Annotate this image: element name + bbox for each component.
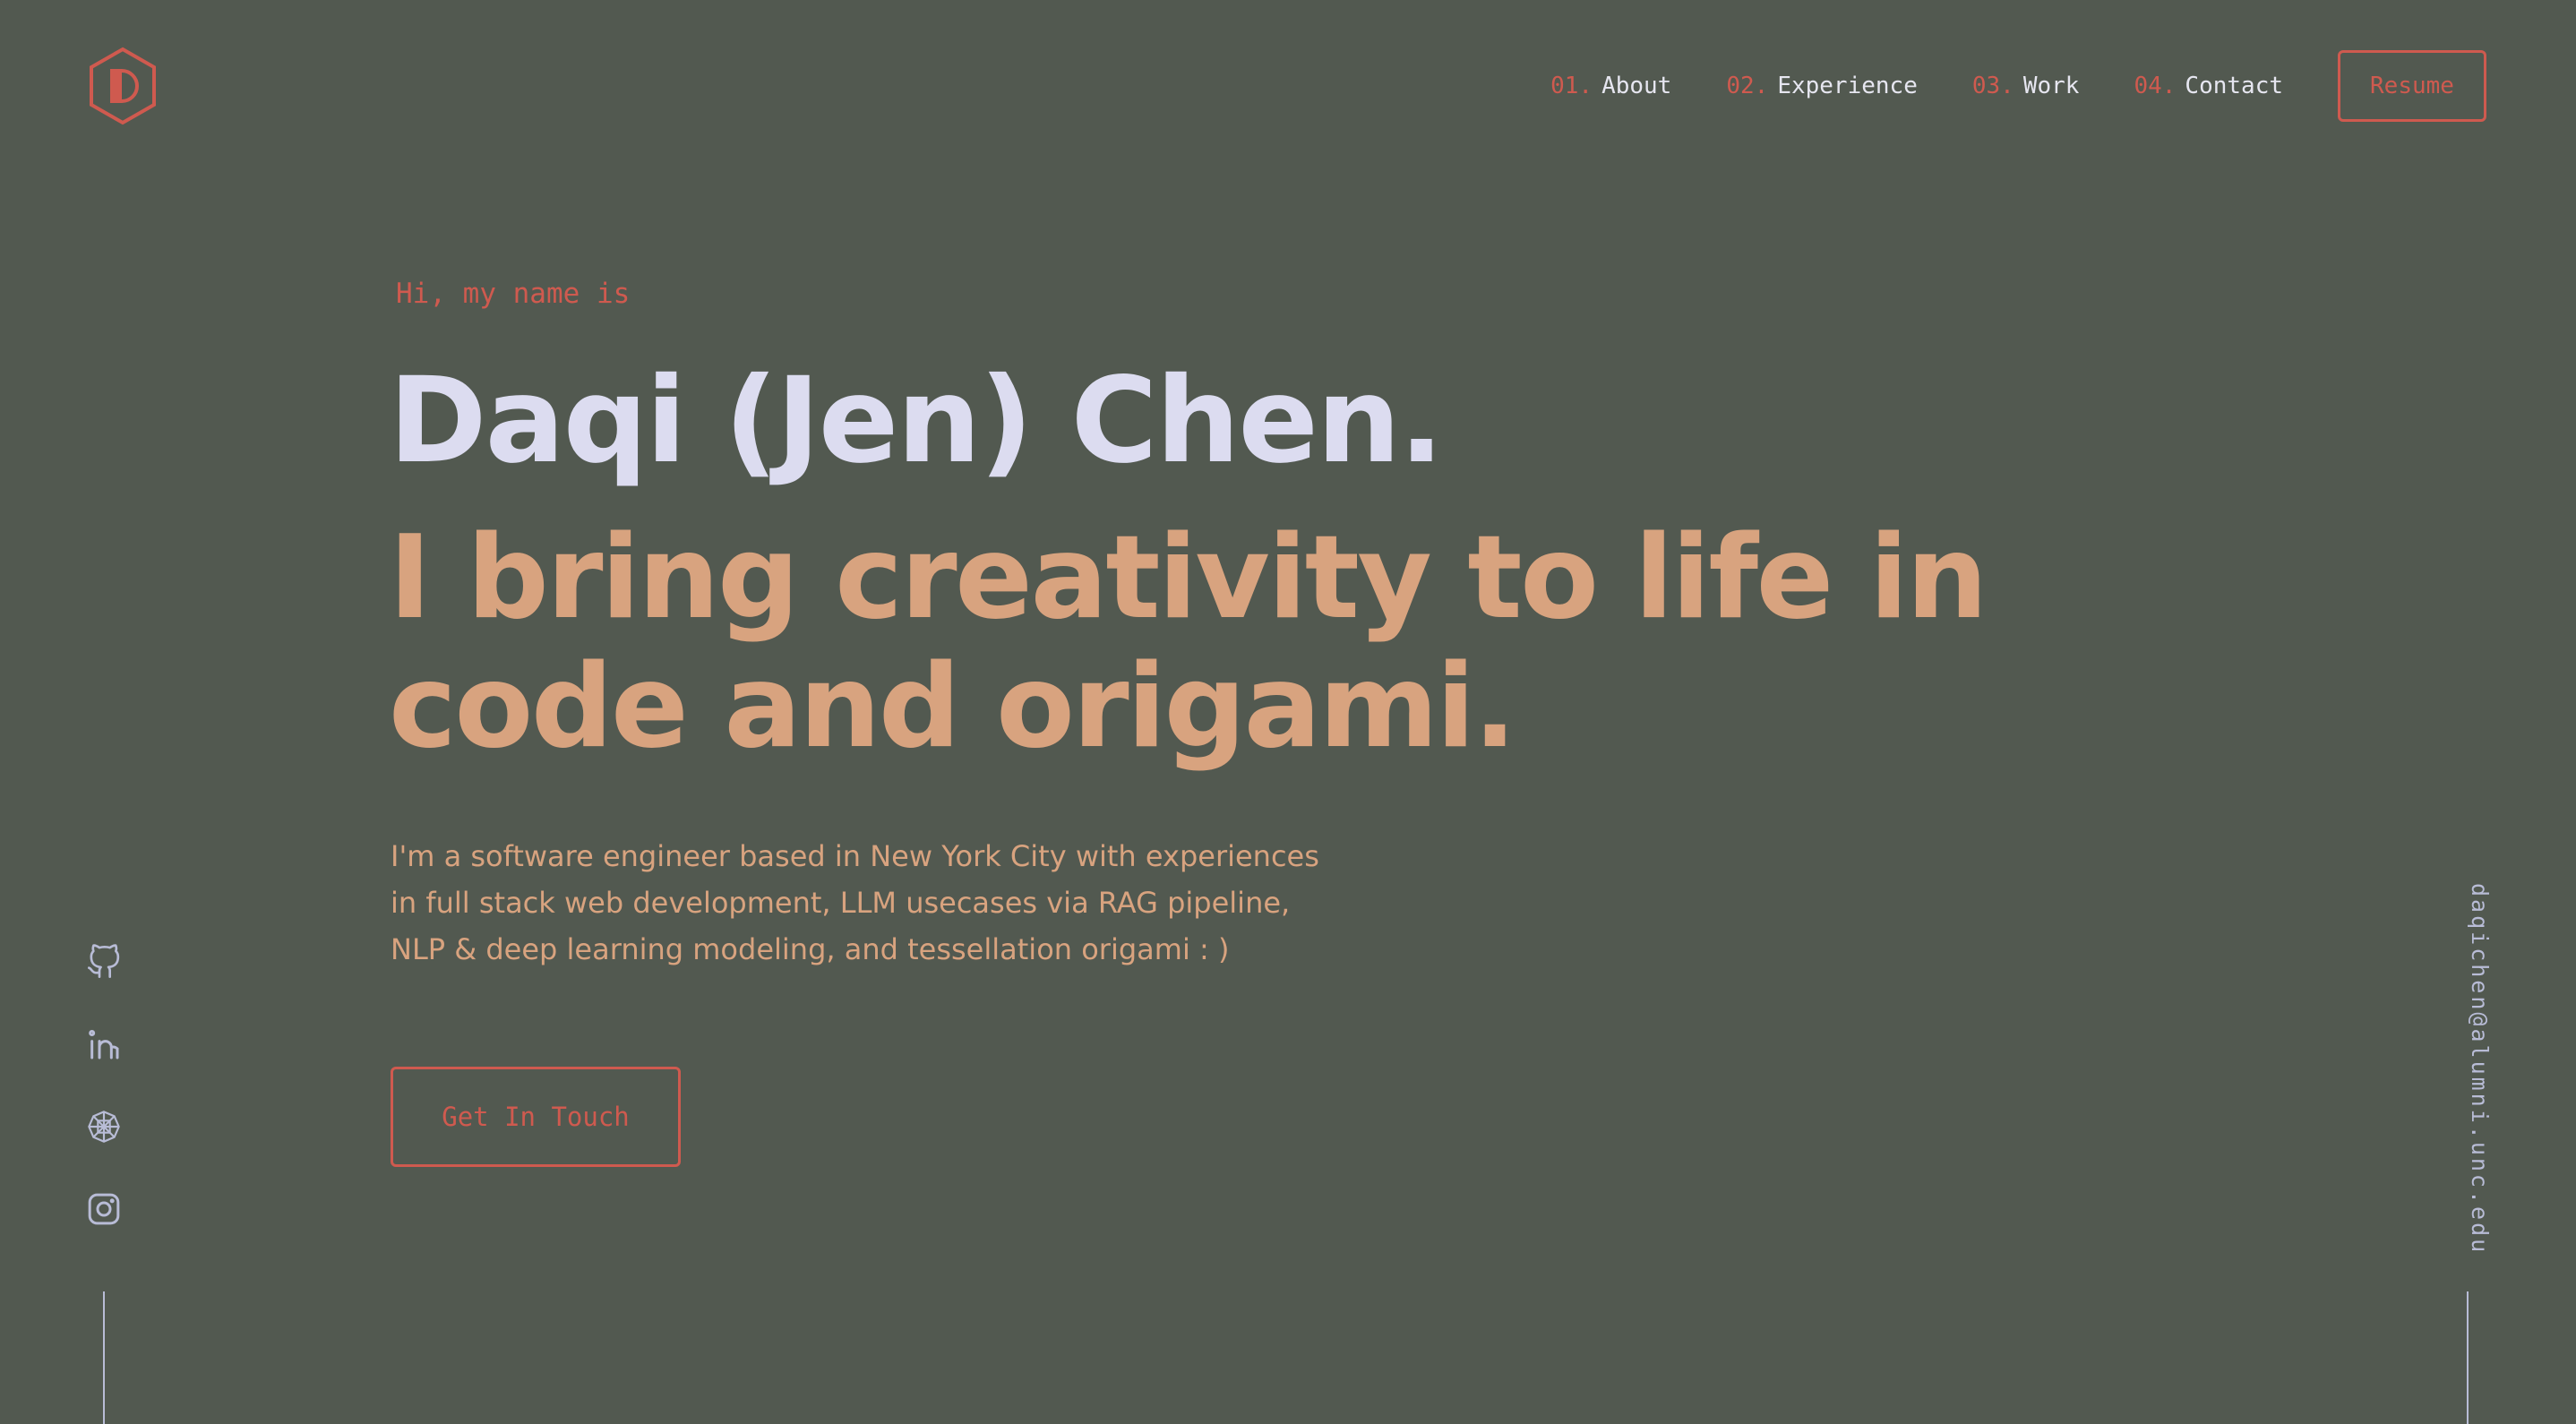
nav-label: About xyxy=(1601,73,1672,99)
hero-name: Daqi (Jen) Chen. xyxy=(389,352,1444,490)
nav-label: Contact xyxy=(2185,73,2283,99)
origami-tessellation-icon[interactable] xyxy=(84,1107,124,1146)
hexagon-d-logo-icon[interactable] xyxy=(88,47,158,125)
github-icon[interactable] xyxy=(84,942,124,982)
hero-bio: I'm a software engineer based in New Yor… xyxy=(391,839,1319,966)
get-in-touch-button[interactable]: Get In Touch xyxy=(391,1067,681,1167)
nav-link-experience[interactable]: 02. Experience xyxy=(1726,73,1918,99)
right-rail-line xyxy=(2467,1291,2469,1424)
nav-link-contact[interactable]: 04. Contact xyxy=(2134,73,2283,99)
main-nav: 01. About 02. Experience 03. Work 04. Co… xyxy=(1550,50,2486,122)
portfolio-page: 01. About 02. Experience 03. Work 04. Co… xyxy=(0,0,2576,1424)
email-link[interactable]: daqichen@alumni.unc.edu xyxy=(2467,883,2493,1255)
nav-number: 04. xyxy=(2134,73,2177,99)
resume-button[interactable]: Resume xyxy=(2338,50,2486,122)
social-links xyxy=(82,942,125,1272)
linkedin-icon[interactable] xyxy=(84,1025,124,1064)
nav-number: 02. xyxy=(1726,73,1769,99)
hero-greeting: Hi, my name is xyxy=(396,278,631,310)
nav-number: 03. xyxy=(1971,73,2014,99)
nav-link-about[interactable]: 01. About xyxy=(1550,73,1671,99)
nav-label: Experience xyxy=(1777,73,1918,99)
nav-link-work[interactable]: 03. Work xyxy=(1972,73,2080,99)
left-rail-line xyxy=(103,1291,105,1424)
hero-tagline: I bring creativity to life in code and o… xyxy=(389,511,1988,774)
nav-number: 01. xyxy=(1550,73,1593,99)
nav-label: Work xyxy=(2022,73,2080,99)
instagram-icon[interactable] xyxy=(84,1189,124,1229)
